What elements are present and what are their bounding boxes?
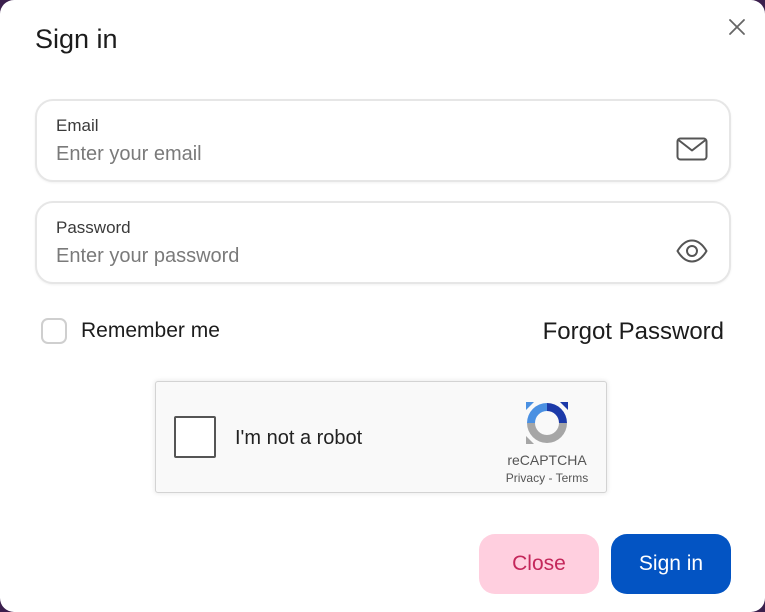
close-icon[interactable]	[727, 17, 747, 37]
close-button[interactable]: Close	[479, 534, 599, 594]
recaptcha-link-separator: -	[548, 471, 553, 485]
remember-me-checkbox[interactable]	[41, 318, 67, 344]
password-input[interactable]	[56, 243, 656, 269]
recaptcha-links: Privacy - Terms	[496, 471, 598, 485]
eye-icon[interactable]	[675, 237, 709, 265]
recaptcha-terms-link[interactable]: Terms	[556, 471, 589, 485]
email-input[interactable]	[56, 141, 656, 167]
sign-in-button[interactable]: Sign in	[611, 534, 731, 594]
password-field[interactable]: Password	[35, 201, 731, 284]
recaptcha-logo-icon	[526, 402, 568, 444]
forgot-password-link[interactable]: Forgot Password	[543, 318, 724, 346]
email-label: Email	[56, 116, 99, 135]
remember-me-label: Remember me	[81, 319, 220, 342]
recaptcha-checkbox[interactable]	[174, 416, 216, 458]
recaptcha-widget: I'm not a robot reCAPTCHA Privacy - Term…	[155, 381, 607, 493]
recaptcha-privacy-link[interactable]: Privacy	[506, 471, 545, 485]
sign-in-dialog: Sign in Email Password Remember me Forgo…	[0, 0, 765, 612]
dialog-title: Sign in	[35, 24, 118, 54]
mail-icon	[676, 137, 708, 161]
password-label: Password	[56, 218, 131, 237]
recaptcha-label: I'm not a robot	[235, 427, 363, 449]
remember-me[interactable]: Remember me	[41, 318, 220, 344]
email-field[interactable]: Email	[35, 99, 731, 182]
recaptcha-brand: reCAPTCHA	[507, 452, 587, 468]
